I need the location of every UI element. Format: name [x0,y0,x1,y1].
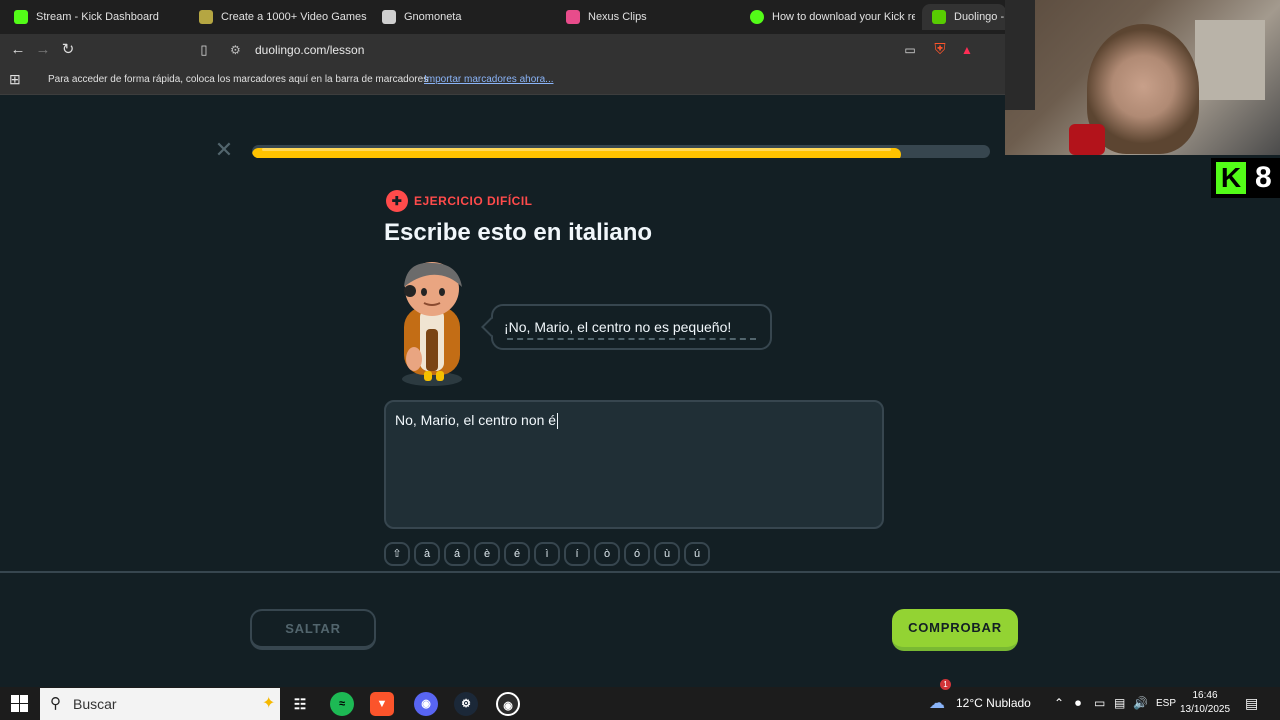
clock-date: 13/10/2025 [1179,704,1231,715]
brave-rewards-icon[interactable]: ▲ [956,39,978,61]
webcam-overlay [1005,0,1280,155]
kick-follow-badge: K 8 [1211,158,1280,198]
weather-alert-badge: 1 [940,679,951,690]
site-settings-icon[interactable]: ⚙ [230,37,241,63]
accent-key[interactable]: ò [594,542,620,566]
microphone-icon[interactable]: ⏺ [1075,687,1081,720]
weather-text[interactable]: 12°C Nublado [956,687,1031,720]
progress-fill [252,148,902,158]
exercise-title: Escribe esto en italiano [384,219,653,246]
tab-duolingo[interactable]: Duolingo - L [922,4,1006,30]
accent-key[interactable]: ú [684,542,710,566]
apps-grid-icon[interactable]: ⊞ [9,66,21,93]
forward-icon[interactable]: → [32,39,54,61]
windows-taskbar: ⚲ Buscar ✦ ☷ ≈ ▼ ◉ ⚙ ◉ ☁ 1 12°C Nublado … [0,679,1280,720]
copilot-sparkle-icon: ✦ [262,695,276,712]
tab-label: Duolingo - L [954,11,1006,23]
tab-nexus-clips[interactable]: Nexus Clips [556,4,736,30]
bookmark-icon[interactable]: ▯ [193,39,215,61]
accent-key[interactable]: í [564,542,590,566]
tab-label: Nexus Clips [588,11,647,23]
accent-key[interactable]: à [414,542,440,566]
text-caret [557,413,559,430]
prompt-speech-bubble: ¡No, Mario, el centro no es pequeño! [481,304,772,350]
notifications-icon[interactable]: ▤ [1245,687,1258,720]
hard-exercise-badge: ✚ EJERCICIO DIFÍCIL [386,190,533,212]
accent-key[interactable]: é [504,542,530,566]
tab-kick-dashboard[interactable]: Stream - Kick Dashboard [4,4,189,30]
brave-shield-icon[interactable]: ⛨ [929,39,951,61]
back-icon[interactable]: ← [7,39,29,61]
tab-gnomoneta[interactable]: Gnomoneta [372,4,552,30]
site-icon [199,10,213,24]
accent-key[interactable]: ù [654,542,680,566]
hard-exercise-label: EJERCICIO DIFÍCIL [414,194,533,208]
weather-cloud-icon[interactable]: ☁ [929,687,945,720]
tab-label: How to download your Kick rep [772,11,915,23]
accent-key[interactable]: ì [534,542,560,566]
url-text: duolingo.com/lesson [255,43,365,57]
discord-icon[interactable]: ◉ [414,692,438,716]
tab-label: Gnomoneta [404,11,462,23]
duolingo-icon [932,10,946,24]
address-bar[interactable]: ⚙ duolingo.com/lesson [222,37,982,63]
lesson-progress-bar [252,145,990,158]
task-view-icon[interactable]: ☷ [288,692,312,716]
skip-button[interactable]: SALTAR [250,609,376,650]
spotify-icon[interactable]: ≈ [330,692,354,716]
steam-icon[interactable]: ⚙ [454,692,478,716]
accent-key[interactable]: ó [624,542,650,566]
search-icon: ⚲ [50,695,61,712]
windows-start-icon[interactable] [11,695,28,712]
answer-textarea[interactable]: No, Mario, el centro non é [384,400,884,529]
taskbar-search[interactable]: ⚲ Buscar ✦ [40,688,280,720]
character-illustration [402,262,462,386]
battery-icon[interactable]: ▭ [1094,687,1105,720]
microphone [1069,124,1105,155]
network-icon[interactable]: ▤ [1114,687,1125,720]
answer-text: No, Mario, el centro non é [395,412,557,428]
accent-key[interactable]: á [444,542,470,566]
cast-icon[interactable]: ▭ [899,39,921,61]
accent-key[interactable]: è [474,542,500,566]
bookmarks-hint: Para acceder de forma rápida, coloca los… [48,74,429,85]
brave-icon[interactable]: ▼ [370,692,394,716]
prompt-text[interactable]: ¡No, Mario, el centro no es pequeño! [504,319,731,335]
check-button[interactable]: COMPROBAR [892,609,1018,651]
reload-icon[interactable]: ↻ [57,39,79,61]
kick-logo-icon: K [1216,162,1246,194]
kick-icon [750,10,764,24]
kick-icon [14,10,28,24]
language-indicator[interactable]: ESP [1156,687,1176,720]
tab-label: Stream - Kick Dashboard [36,11,159,23]
volume-icon[interactable]: 🔊 [1133,687,1148,720]
shift-key[interactable]: ⇧ [384,542,410,566]
close-icon[interactable]: ✕ [214,139,234,161]
tab-video-games[interactable]: Create a 1000+ Video Games Ti [189,4,369,30]
obs-icon[interactable]: ◉ [496,692,520,716]
kick-badge-number: 8 [1255,161,1272,194]
tab-kick-download[interactable]: How to download your Kick rep [740,4,915,30]
lesson-page: ✕ ✚ EJERCICIO DIFÍCIL Escribe esto en it… [0,95,1280,687]
search-placeholder: Buscar [73,696,117,712]
clock[interactable]: 16:46 13/10/2025 [1176,689,1234,717]
dumbbell-icon: ✚ [386,190,408,212]
chevron-up-icon[interactable]: ⌃ [1054,687,1064,720]
gnome-icon [382,10,396,24]
nexus-icon [566,10,580,24]
tab-label: Create a 1000+ Video Games Ti [221,11,369,23]
footer-divider [0,571,1280,573]
accent-keyboard: ⇧ à á è é ì í ò ó ù ú [384,542,710,566]
import-bookmarks-link[interactable]: Importar marcadores ahora... [424,66,554,93]
clock-time: 16:46 [1192,690,1218,701]
